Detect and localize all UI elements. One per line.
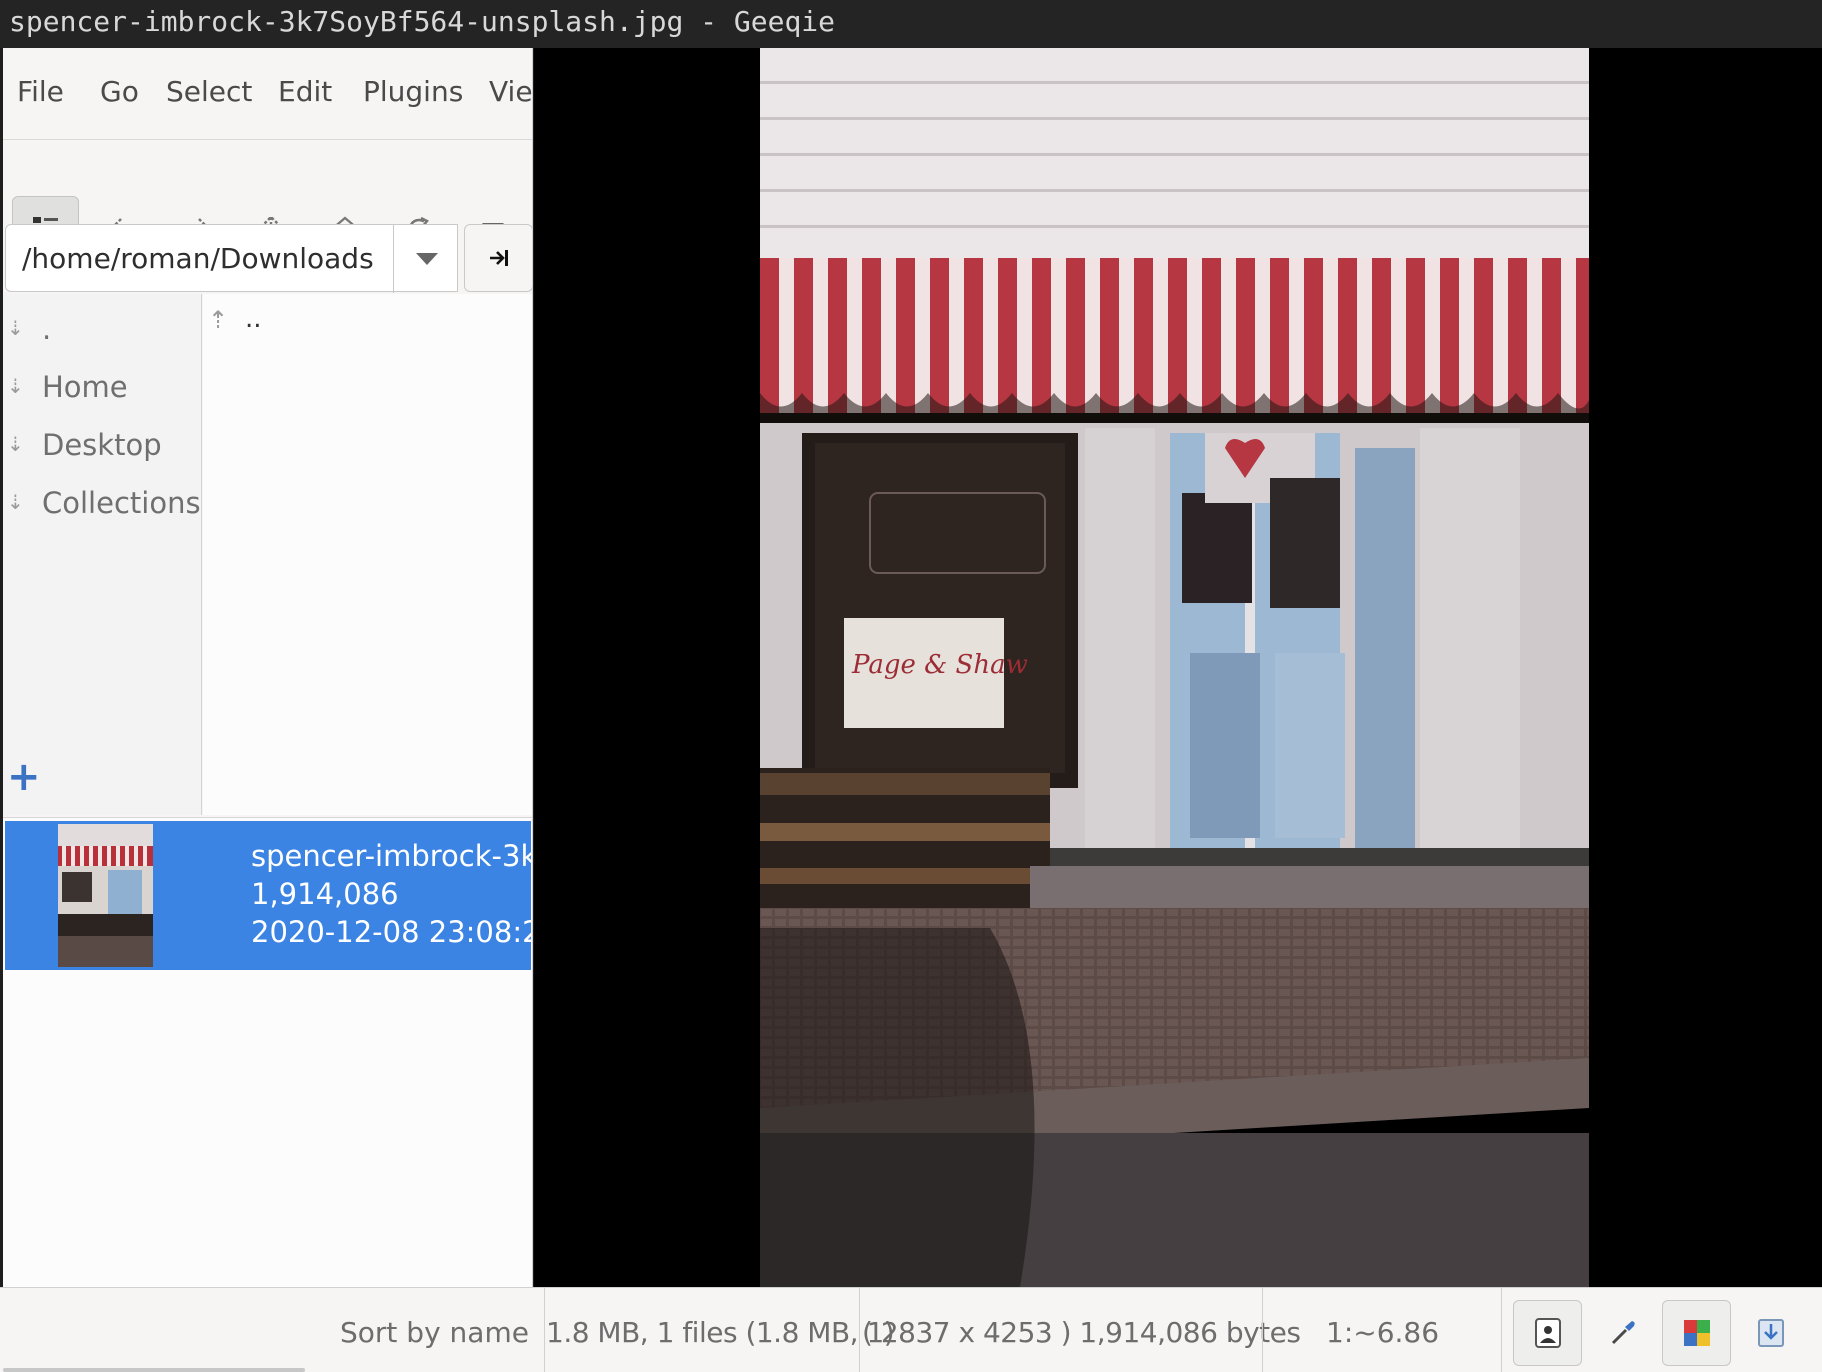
- eyedropper-icon: [1611, 1321, 1635, 1345]
- left-panel: File Go Select Edit Plugins Vie /home/ro…: [3, 48, 533, 1287]
- directory-list: ⇡ ..: [203, 294, 532, 815]
- sort-label[interactable]: Sort by name: [340, 1316, 529, 1349]
- menu-view[interactable]: Vie: [489, 75, 532, 108]
- file-date: 2020-12-08 23:08:27: [251, 915, 531, 949]
- svg-text:Page & Shaw: Page & Shaw: [851, 650, 1028, 680]
- path-go-button[interactable]: [464, 224, 532, 292]
- path-dropdown-button[interactable]: [393, 225, 459, 293]
- folder-jump-icon: ⇣: [7, 374, 24, 398]
- file-name: spencer-imbrock-3k7: [251, 839, 531, 873]
- file-row[interactable]: spencer-imbrock-3k7 1,914,086 2020-12-08…: [5, 821, 531, 970]
- displayed-image: Page & Shaw: [760, 48, 1589, 1287]
- status-bar: Sort by name 1.8 MB, 1 files (1.8 MB, 1)…: [0, 1287, 1822, 1372]
- dir-item-parent[interactable]: ⇡ ..: [203, 294, 532, 344]
- folder-jump-icon: ⇣: [7, 316, 24, 340]
- color-profile-icon: [1683, 1320, 1710, 1346]
- image-info: ( 2837 x 4253 ) 1,914,086 bytes: [862, 1316, 1301, 1349]
- bookmark-label: Desktop: [42, 428, 162, 462]
- arrow-up-icon: ⇡: [208, 306, 229, 334]
- horizontal-scrollbar[interactable]: [3, 1368, 305, 1372]
- menu-file[interactable]: File: [17, 75, 64, 108]
- bookmark-desktop[interactable]: ⇣ Desktop: [3, 420, 202, 470]
- bookmark-collections[interactable]: ⇣ Collections: [3, 478, 202, 528]
- file-list: spencer-imbrock-3k7 1,914,086 2020-12-08…: [3, 817, 532, 1287]
- bookmark-label: Home: [42, 370, 128, 404]
- color-picker-button[interactable]: [1588, 1300, 1657, 1366]
- add-bookmark-button[interactable]: +: [7, 757, 43, 797]
- path-combo[interactable]: /home/roman/Downloads: [5, 224, 459, 293]
- menu-edit[interactable]: Edit: [278, 75, 332, 108]
- file-summary: 1.8 MB, 1 files (1.8 MB, 1): [546, 1316, 895, 1349]
- plus-icon: +: [7, 754, 41, 800]
- go-to-end-icon: [489, 250, 508, 266]
- image-viewer[interactable]: Page & Shaw: [534, 48, 1822, 1287]
- separator: [859, 1288, 860, 1372]
- file-size: 1,914,086: [251, 877, 399, 911]
- bookmark-current[interactable]: ⇣ .: [3, 304, 202, 354]
- chevron-down-icon: [415, 253, 438, 265]
- separator: [544, 1288, 545, 1372]
- save-icon: [1757, 1319, 1784, 1347]
- folder-jump-icon: ⇣: [7, 490, 24, 514]
- menubar: File Go Select Edit Plugins Vie: [3, 48, 532, 140]
- info-sidebar-button[interactable]: [1513, 1300, 1582, 1366]
- color-management-button[interactable]: [1662, 1300, 1731, 1366]
- bookmarks-pane: ⇣ . ⇣ Home ⇣ Desktop ⇣ Collections +: [3, 294, 202, 815]
- file-info: spencer-imbrock-3k7 1,914,086 2020-12-08…: [251, 837, 531, 951]
- bookmark-label: Collections: [42, 486, 201, 520]
- dir-item-label: ..: [245, 304, 262, 334]
- write-metadata-button[interactable]: [1736, 1300, 1805, 1366]
- path-bar: /home/roman/Downloads: [5, 224, 532, 293]
- separator: [1501, 1288, 1502, 1372]
- menu-select[interactable]: Select: [166, 75, 252, 108]
- zoom-level: 1:~6.86: [1326, 1316, 1440, 1349]
- bookmark-label: .: [42, 312, 52, 346]
- folder-jump-icon: ⇣: [7, 432, 24, 456]
- menu-plugins[interactable]: Plugins: [363, 75, 463, 108]
- menu-go[interactable]: Go: [100, 75, 139, 108]
- window-title: spencer-imbrock-3k7SoyBf564-unsplash.jpg…: [0, 0, 1822, 48]
- bookmark-home[interactable]: ⇣ Home: [3, 362, 202, 412]
- file-thumbnail: [58, 824, 153, 967]
- path-input[interactable]: /home/roman/Downloads: [22, 242, 374, 275]
- separator: [1262, 1288, 1263, 1372]
- person-icon: [1534, 1318, 1561, 1348]
